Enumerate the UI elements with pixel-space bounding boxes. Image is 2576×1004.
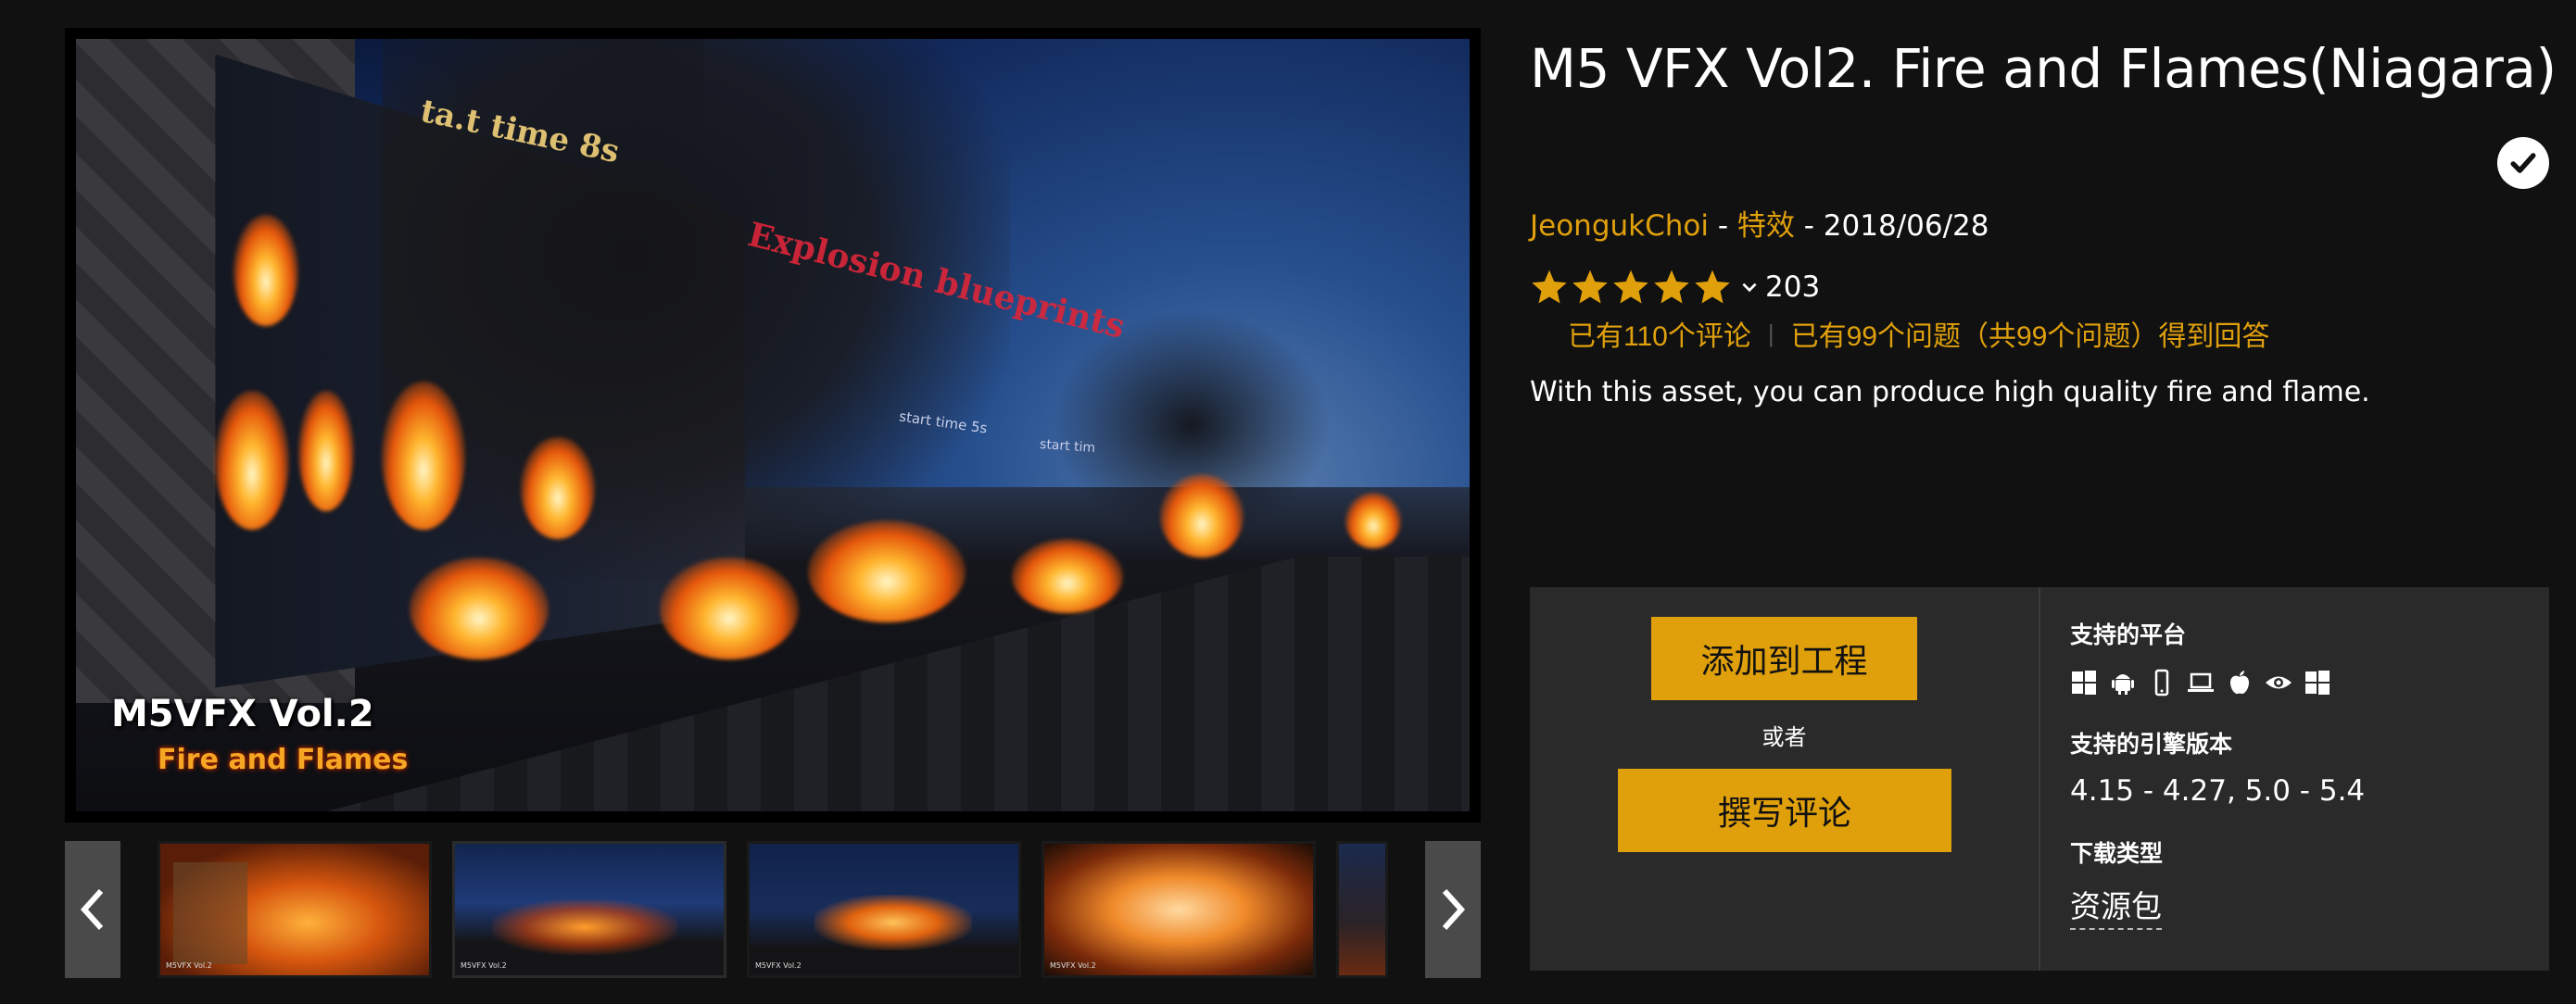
meta-separator: - <box>1717 209 1729 243</box>
product-meta: JeongukChoi - 特效 - 2018/06/28 <box>1530 202 1989 244</box>
rating-summary[interactable]: 203 <box>1530 266 1820 308</box>
mobile-icon <box>2154 669 2169 697</box>
chevron-left-icon <box>80 888 104 931</box>
author-link[interactable]: JeongukChoi <box>1530 209 1709 243</box>
questions-link[interactable]: 已有99个问题（共99个问题）得到回答 <box>1791 313 2270 354</box>
category-link[interactable]: 特效 <box>1737 209 1795 243</box>
thumbnail-label: M5VFX Vol.2 <box>1050 961 1096 970</box>
hero-image[interactable]: ta.t time 8s Explosion blueprints start … <box>65 28 1481 822</box>
thumbnail[interactable]: M5VFX Vol.2 <box>158 841 432 978</box>
product-description: With this asset, you can produce high qu… <box>1530 376 2370 408</box>
rating-count: 203 <box>1765 270 1821 304</box>
thumbnail[interactable]: M5VFX Vol.2 <box>747 841 1021 978</box>
release-date: 2018/06/28 <box>1823 209 1989 243</box>
platforms-label: 支持的平台 <box>2070 622 2187 648</box>
star-icon <box>1532 270 1567 304</box>
or-label: 或者 <box>1762 725 1807 750</box>
platform-icons <box>2070 669 2331 697</box>
download-type-link[interactable]: 资源包 <box>2070 882 2162 930</box>
star-icon <box>1695 270 1730 304</box>
star-rating <box>1530 268 1732 307</box>
technical-details: 支持的平台 支持的引擎版本 4.15 - 4.27, 5.0 - 5.4 下载类… <box>2040 587 2549 971</box>
eye-icon <box>2266 676 2292 689</box>
thumbnail-label: M5VFX Vol.2 <box>461 961 507 970</box>
star-icon <box>1613 270 1648 304</box>
download-type-label: 下载类型 <box>2070 841 2164 867</box>
thumbnail[interactable]: M5VFX Vol.2 <box>452 841 726 978</box>
meta-separator: - <box>1803 209 1814 243</box>
thumbnail[interactable] <box>1336 841 1388 978</box>
reviews-link[interactable]: 已有110个评论 <box>1568 313 1751 354</box>
android-icon <box>2112 674 2134 695</box>
chevron-right-icon <box>1442 888 1466 931</box>
windows-icon <box>2072 671 2096 695</box>
write-review-button[interactable]: 撰写评论 <box>1618 769 1951 852</box>
hero-caption-subtitle: Fire and Flames <box>158 744 409 776</box>
check-icon <box>2510 153 2536 173</box>
thumbnail-prev-button[interactable] <box>65 841 120 978</box>
purchase-panel: 添加到工程 或者 撰写评论 支持的平台 支持的引擎版本 4.15 - 4.27,… <box>1530 587 2549 971</box>
action-area: 添加到工程 或者 撰写评论 <box>1530 587 2040 971</box>
hero-caption-title: M5VFX Vol.2 <box>111 693 374 735</box>
thumbnail-label: M5VFX Vol.2 <box>755 961 802 970</box>
apple-icon <box>2230 671 2249 695</box>
owned-badge <box>2497 137 2549 189</box>
engine-versions-label: 支持的引擎版本 <box>2070 732 2233 758</box>
add-to-project-button[interactable]: 添加到工程 <box>1651 617 1917 700</box>
thumbnail[interactable]: M5VFX Vol.2 <box>1042 841 1316 978</box>
link-divider: | <box>1767 319 1774 347</box>
thumbnail-label: M5VFX Vol.2 <box>166 961 212 970</box>
product-title: M5 VFX Vol2. Fire and Flames(Niagara) <box>1530 37 2557 100</box>
star-icon <box>1572 270 1608 304</box>
chevron-down-icon[interactable] <box>1739 277 1760 297</box>
review-links: 已有110个评论 | 已有99个问题（共99个问题）得到回答 <box>1568 313 2269 354</box>
hero-image-scene: ta.t time 8s Explosion blueprints start … <box>76 39 1470 811</box>
star-icon <box>1654 270 1689 304</box>
windows-icon <box>2305 671 2330 695</box>
laptop-icon <box>2188 672 2214 692</box>
thumbnail-next-button[interactable] <box>1425 841 1481 978</box>
engine-versions-value: 4.15 - 4.27, 5.0 - 5.4 <box>2070 774 2366 808</box>
